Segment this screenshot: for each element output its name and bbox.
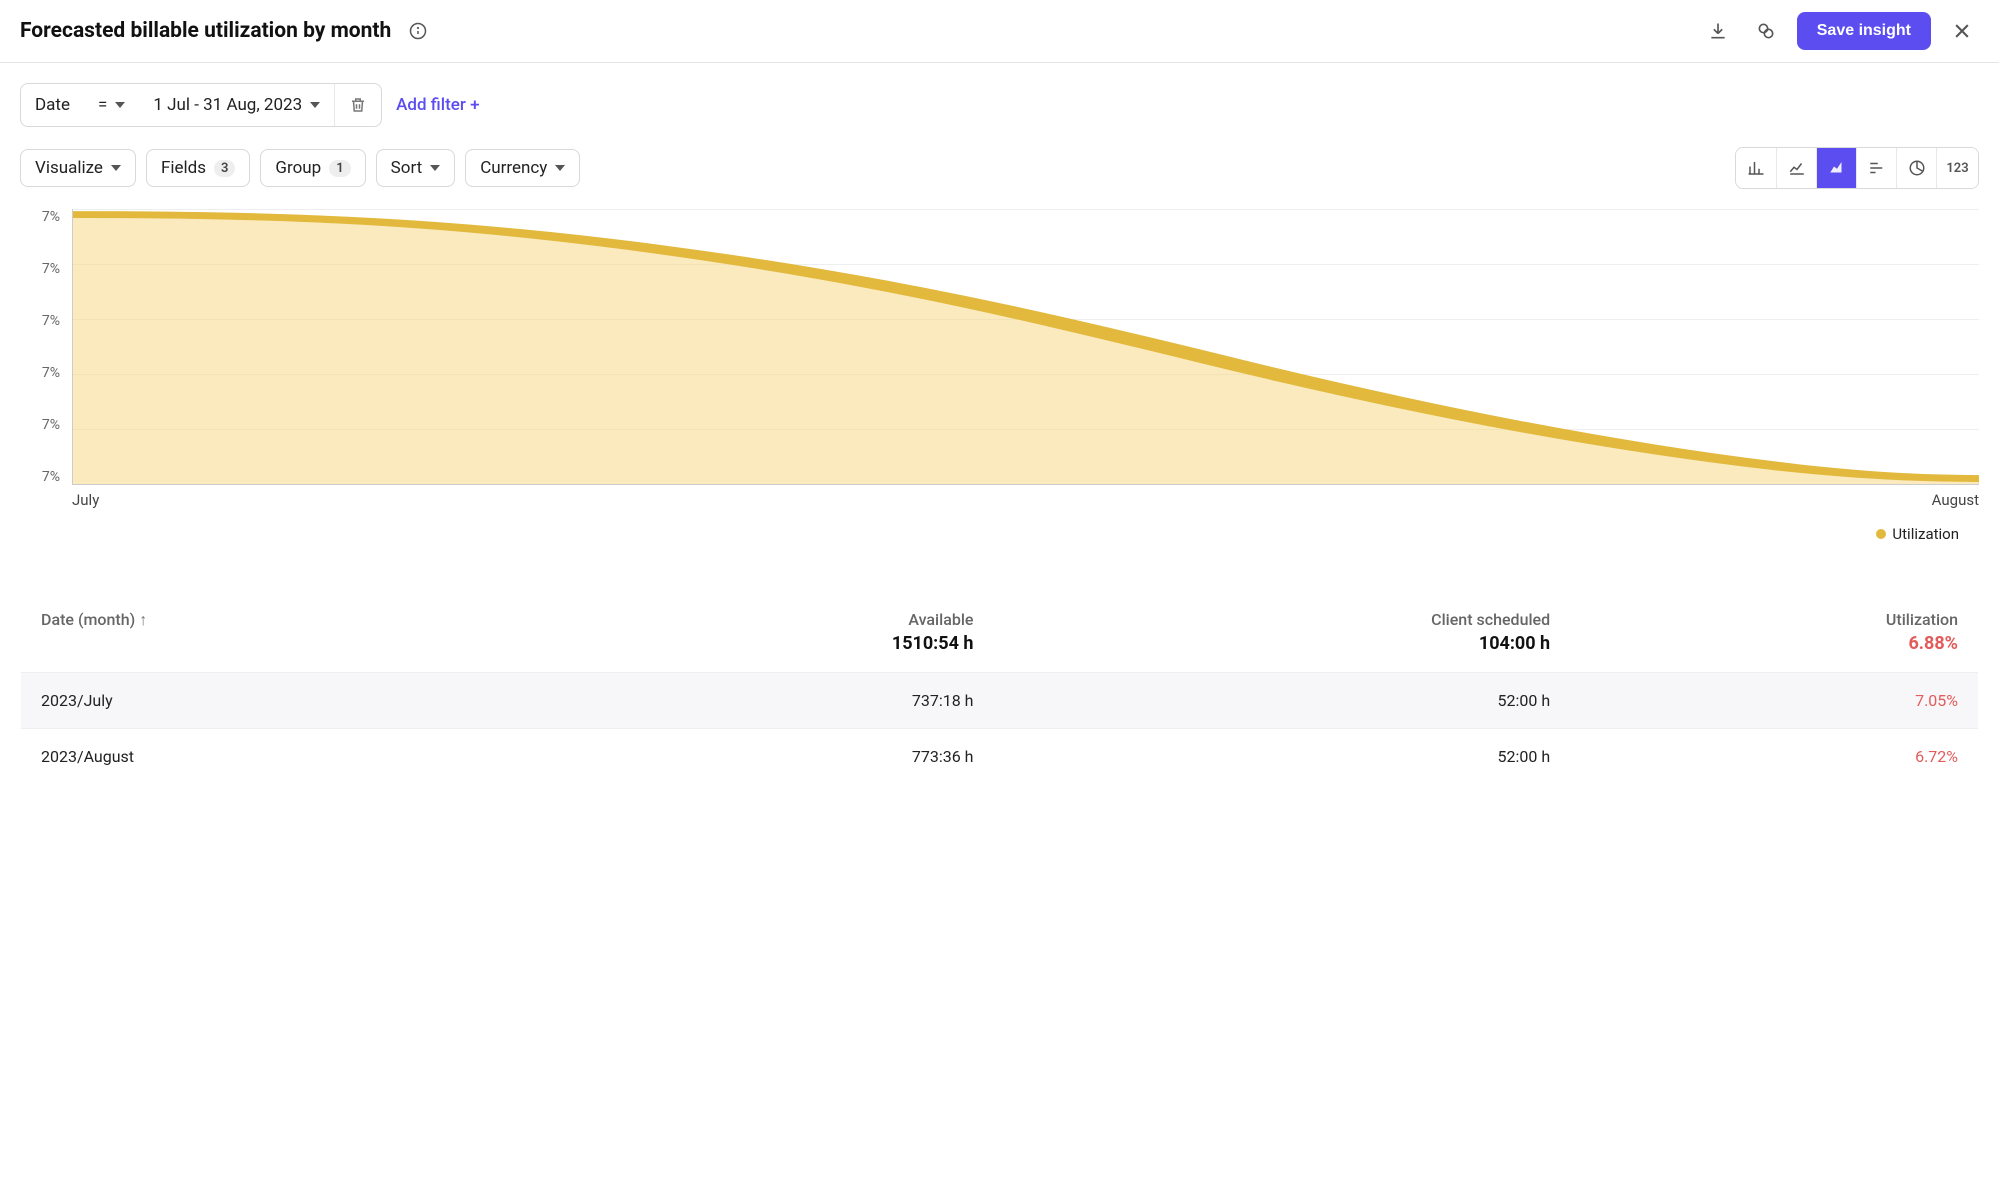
close-icon[interactable] — [1945, 14, 1979, 48]
col-util[interactable]: Utilization 6.88% — [1570, 592, 1978, 673]
table-row: 2023/July 737:18 h 52:00 h 7.05% — [21, 673, 1979, 729]
cell-available: 773:36 h — [553, 729, 994, 785]
currency-button[interactable]: Currency — [465, 149, 580, 187]
page-title: Forecasted billable utilization by month — [20, 19, 391, 43]
col-available-label: Available — [908, 610, 973, 629]
y-tick: 7% — [20, 209, 60, 225]
legend-label: Utilization — [1892, 525, 1959, 543]
filter-field-label: Date — [35, 95, 70, 115]
chevron-down-icon — [111, 165, 121, 171]
legend: Utilization — [20, 519, 1979, 543]
chevron-down-icon — [115, 102, 125, 108]
filter-bar: Date = 1 Jul - 31 Aug, 2023 Add filter + — [20, 83, 1979, 127]
legend-color-swatch — [1876, 529, 1886, 539]
group-label: Group — [275, 158, 321, 178]
group-count-badge: 1 — [329, 160, 350, 177]
chart: 7% 7% 7% 7% 7% 7% July August — [20, 209, 1979, 509]
x-tick: July — [72, 491, 99, 509]
x-axis-labels: July August — [72, 491, 1979, 509]
col-date[interactable]: Date (month) ↑ — [21, 592, 553, 673]
fields-label: Fields — [161, 158, 206, 178]
data-table: Date (month) ↑ Available 1510:54 h Clien… — [20, 591, 1979, 785]
filter-value[interactable]: 1 Jul - 31 Aug, 2023 — [139, 84, 334, 126]
x-tick: August — [1932, 491, 1979, 509]
col-util-label: Utilization — [1886, 610, 1958, 629]
option-left: Visualize Fields 3 Group 1 Sort Currency — [20, 149, 580, 187]
option-bar: Visualize Fields 3 Group 1 Sort Currency — [20, 147, 1979, 189]
table-header-row: Date (month) ↑ Available 1510:54 h Clien… — [21, 592, 1979, 673]
filter-operator[interactable]: = — [84, 84, 139, 126]
cell-client: 52:00 h — [993, 729, 1570, 785]
view-bar-icon[interactable] — [1736, 148, 1776, 188]
chart-svg — [73, 209, 1979, 484]
y-tick: 7% — [20, 469, 60, 485]
sort-label: Sort — [391, 158, 423, 178]
cell-date: 2023/August — [21, 729, 553, 785]
table-row: 2023/August 773:36 h 52:00 h 6.72% — [21, 729, 1979, 785]
sort-button[interactable]: Sort — [376, 149, 456, 187]
save-insight-button[interactable]: Save insight — [1797, 12, 1931, 50]
cell-util: 7.05% — [1570, 673, 1978, 729]
view-horizontal-bar-icon[interactable] — [1856, 148, 1896, 188]
col-client-label: Client scheduled — [1431, 610, 1550, 629]
header: Forecasted billable utilization by month… — [0, 0, 1999, 63]
filter-field[interactable]: Date — [21, 84, 84, 126]
currency-label: Currency — [480, 158, 547, 178]
col-client[interactable]: Client scheduled 104:00 h — [993, 592, 1570, 673]
download-icon[interactable] — [1701, 14, 1735, 48]
table-wrap: Date (month) ↑ Available 1510:54 h Clien… — [0, 591, 1999, 785]
view-pie-icon[interactable] — [1896, 148, 1936, 188]
chevron-down-icon — [555, 165, 565, 171]
visualize-button[interactable]: Visualize — [20, 149, 136, 187]
info-icon[interactable] — [401, 14, 435, 48]
total-util: 6.88% — [1590, 633, 1958, 654]
date-filter-pill[interactable]: Date = 1 Jul - 31 Aug, 2023 — [20, 83, 382, 127]
cell-util: 6.72% — [1570, 729, 1978, 785]
cell-client: 52:00 h — [993, 673, 1570, 729]
trash-icon — [349, 96, 367, 114]
y-tick: 7% — [20, 365, 60, 381]
chart-wrap: 7% 7% 7% 7% 7% 7% July August Uti — [0, 209, 1999, 563]
visualize-label: Visualize — [35, 158, 103, 178]
chevron-down-icon — [310, 102, 320, 108]
col-date-label: Date (month) — [41, 610, 135, 629]
filter-value-label: 1 Jul - 31 Aug, 2023 — [153, 95, 302, 115]
total-available: 1510:54 h — [573, 633, 974, 654]
plot-area — [72, 209, 1979, 485]
header-right: Save insight — [1701, 12, 1979, 50]
header-left: Forecasted billable utilization by month — [20, 14, 435, 48]
y-tick: 7% — [20, 261, 60, 277]
cell-date: 2023/July — [21, 673, 553, 729]
add-filter-button[interactable]: Add filter + — [396, 95, 479, 115]
y-tick: 7% — [20, 417, 60, 433]
filter-operator-label: = — [98, 95, 107, 115]
y-tick: 7% — [20, 313, 60, 329]
col-available[interactable]: Available 1510:54 h — [553, 592, 994, 673]
sort-asc-icon: ↑ — [139, 610, 147, 629]
view-number-button[interactable]: 123 — [1936, 148, 1978, 188]
visibility-icon[interactable] — [1749, 14, 1783, 48]
view-area-icon[interactable] — [1816, 148, 1856, 188]
fields-button[interactable]: Fields 3 — [146, 149, 250, 187]
fields-count-badge: 3 — [214, 160, 235, 177]
view-line-icon[interactable] — [1776, 148, 1816, 188]
controls: Date = 1 Jul - 31 Aug, 2023 Add filter +… — [0, 63, 1999, 209]
total-client: 104:00 h — [1013, 633, 1550, 654]
view-switch: 123 — [1735, 147, 1979, 189]
delete-filter-button[interactable] — [334, 84, 381, 126]
y-axis-labels: 7% 7% 7% 7% 7% 7% — [20, 209, 60, 485]
group-button[interactable]: Group 1 — [260, 149, 365, 187]
chevron-down-icon — [430, 165, 440, 171]
cell-available: 737:18 h — [553, 673, 994, 729]
